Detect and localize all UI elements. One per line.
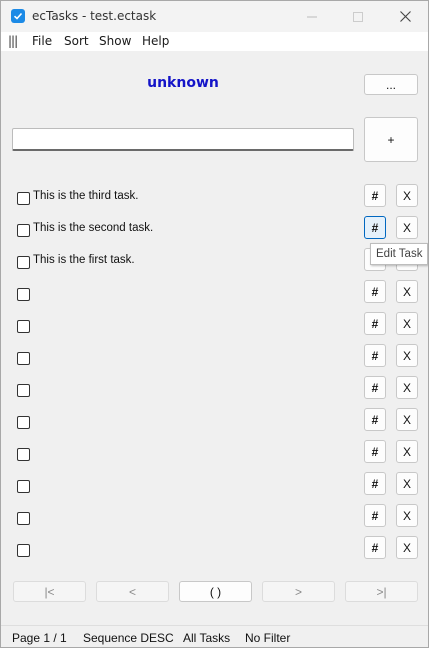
- task-row: This is the first task.#X: [1, 248, 428, 280]
- delete-task-button[interactable]: X: [396, 376, 418, 399]
- menu-show[interactable]: Show: [99, 34, 131, 48]
- task-row: # X: [1, 536, 428, 568]
- delete-task-button[interactable]: X: [396, 216, 418, 239]
- close-button[interactable]: [382, 1, 428, 32]
- app-window: ecTasks - test.ectask ||| File Sort Show…: [0, 0, 429, 648]
- menu-help[interactable]: Help: [142, 34, 169, 48]
- task-label: This is the second task.: [33, 222, 154, 234]
- minimize-icon: [307, 16, 317, 17]
- project-name: unknown: [147, 75, 219, 91]
- task-label: This is the first task.: [33, 254, 135, 266]
- delete-task-button[interactable]: X: [396, 312, 418, 335]
- status-page: Page 1 / 1: [12, 631, 67, 645]
- menu-file[interactable]: File: [32, 34, 52, 48]
- first-page-button[interactable]: |<: [13, 581, 86, 602]
- task-row: # X: [1, 440, 428, 472]
- edit-task-button[interactable]: #: [364, 504, 386, 527]
- edit-task-button[interactable]: #: [364, 376, 386, 399]
- delete-task-button[interactable]: X: [396, 536, 418, 559]
- task-row: # X: [1, 504, 428, 536]
- task-checkbox[interactable]: [17, 224, 30, 237]
- edit-task-button[interactable]: #: [364, 472, 386, 495]
- task-checkbox[interactable]: [17, 512, 30, 525]
- edit-task-button[interactable]: #: [364, 536, 386, 559]
- delete-task-button[interactable]: X: [396, 280, 418, 303]
- edit-task-button[interactable]: #: [364, 312, 386, 335]
- prev-page-button[interactable]: <: [96, 581, 169, 602]
- task-checkbox[interactable]: [17, 192, 30, 205]
- task-row: # X: [1, 344, 428, 376]
- task-row: # X: [1, 376, 428, 408]
- edit-task-button[interactable]: #: [364, 216, 386, 239]
- maximize-icon: [353, 11, 363, 22]
- app-checkbox-icon: [11, 9, 25, 23]
- last-page-button[interactable]: >|: [345, 581, 418, 602]
- task-checkbox[interactable]: [17, 544, 30, 557]
- status-bar: Page 1 / 1 Sequence DESC All Tasks No Fi…: [1, 625, 428, 647]
- task-checkbox[interactable]: [17, 256, 30, 269]
- edit-task-button[interactable]: #: [364, 440, 386, 463]
- edit-task-button[interactable]: #: [364, 344, 386, 367]
- task-row: # X: [1, 312, 428, 344]
- menu-sort[interactable]: Sort: [64, 34, 89, 48]
- close-icon: [399, 11, 411, 22]
- current-page-button[interactable]: ( ): [179, 581, 252, 602]
- add-task-button[interactable]: +: [364, 117, 418, 162]
- task-checkbox[interactable]: [17, 480, 30, 493]
- delete-task-button[interactable]: X: [396, 408, 418, 431]
- edit-task-tooltip: Edit Task: [370, 243, 428, 265]
- task-checkbox[interactable]: [17, 448, 30, 461]
- task-checkbox[interactable]: [17, 320, 30, 333]
- task-checkbox[interactable]: [17, 352, 30, 365]
- title-bar: ecTasks - test.ectask: [1, 1, 428, 32]
- delete-task-button[interactable]: X: [396, 504, 418, 527]
- task-checkbox[interactable]: [17, 416, 30, 429]
- menu-grip[interactable]: |||: [8, 34, 18, 48]
- task-row: This is the second task. # X: [1, 216, 428, 248]
- task-checkbox[interactable]: [17, 384, 30, 397]
- edit-task-button[interactable]: #: [364, 184, 386, 207]
- task-label: This is the third task.: [33, 190, 139, 202]
- task-row: This is the third task. # X: [1, 184, 428, 216]
- minimize-button[interactable]: [289, 1, 335, 32]
- delete-task-button[interactable]: X: [396, 344, 418, 367]
- edit-task-button[interactable]: #: [364, 408, 386, 431]
- maximize-button[interactable]: [335, 1, 381, 32]
- delete-task-button[interactable]: X: [396, 184, 418, 207]
- delete-task-button[interactable]: X: [396, 440, 418, 463]
- new-task-input[interactable]: [12, 128, 354, 151]
- status-tasks: All Tasks: [183, 631, 231, 645]
- next-page-button[interactable]: >: [262, 581, 335, 602]
- task-row: # X: [1, 280, 428, 312]
- status-sequence: Sequence DESC: [83, 631, 174, 645]
- task-row: # X: [1, 408, 428, 440]
- menu-bar: ||| File Sort Show Help: [1, 32, 428, 51]
- task-row: # X: [1, 472, 428, 504]
- edit-task-button[interactable]: #: [364, 280, 386, 303]
- task-checkbox[interactable]: [17, 288, 30, 301]
- window-title: ecTasks - test.ectask: [32, 9, 157, 23]
- status-filter: No Filter: [245, 631, 291, 645]
- more-button[interactable]: ...: [364, 74, 418, 95]
- delete-task-button[interactable]: X: [396, 472, 418, 495]
